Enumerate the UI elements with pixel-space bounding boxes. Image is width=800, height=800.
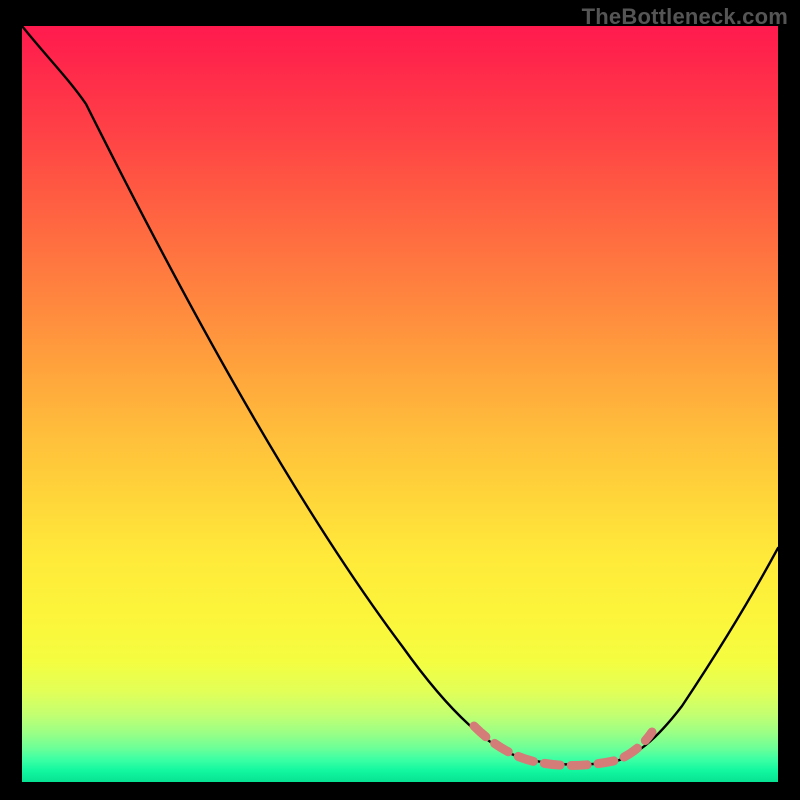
bottleneck-curve (22, 26, 778, 765)
optimal-range-marker (474, 726, 652, 765)
chart-stage: TheBottleneck.com (0, 0, 800, 800)
curve-svg (22, 26, 778, 782)
plot-area (22, 26, 778, 782)
attribution-label: TheBottleneck.com (582, 4, 788, 30)
